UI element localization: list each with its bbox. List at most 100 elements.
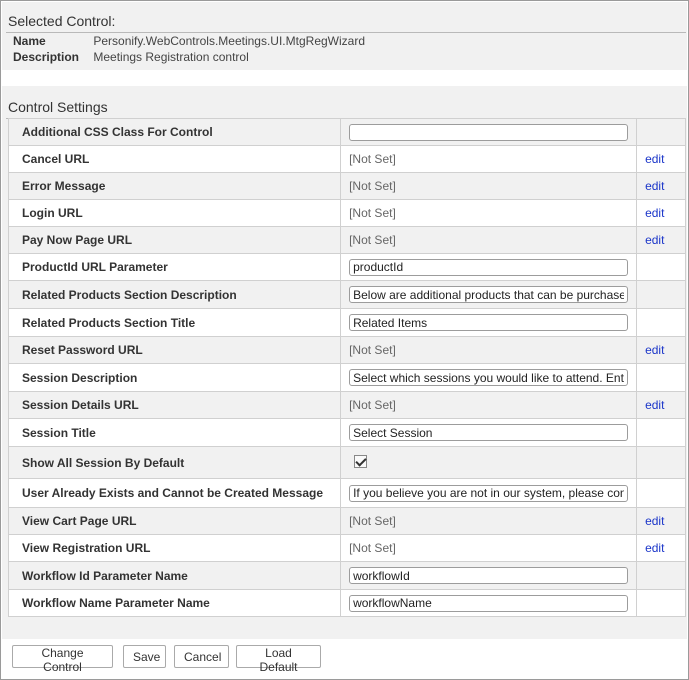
setting-value-cell [340, 253, 638, 281]
setting-action-cell: edit [636, 226, 686, 254]
setting-action-cell [636, 418, 686, 447]
setting-value-cell [340, 308, 638, 337]
setting-row: ProductId URL Parameter [7, 253, 686, 281]
control-description-row: Description Meetings Registration contro… [13, 50, 249, 64]
edit-link[interactable]: edit [645, 541, 664, 555]
setting-row: Workflow Name Parameter Name [7, 589, 686, 617]
setting-name: Additional CSS Class For Control [7, 118, 342, 146]
load-default-button[interactable]: Load Default [236, 645, 321, 674]
setting-value-cell [340, 589, 638, 617]
setting-value-cell [340, 118, 638, 146]
setting-action-cell [636, 280, 686, 309]
spacer [2, 70, 687, 86]
setting-value-input[interactable] [349, 123, 629, 141]
description-value: Meetings Registration control [93, 50, 249, 64]
setting-name: Workflow Id Parameter Name [7, 561, 342, 590]
setting-value-input[interactable] [349, 258, 629, 276]
setting-row: Related Products Section Title [7, 308, 686, 337]
setting-row: Reset Password URL [Not Set] edit [7, 336, 686, 364]
setting-row: Cancel URL [Not Set] edit [7, 145, 686, 173]
setting-row: View Cart Page URL [Not Set] edit [7, 507, 686, 535]
settings-window: Selected Control: Name Personify.WebCont… [0, 0, 689, 680]
setting-action-cell: edit [636, 507, 686, 535]
setting-name: Pay Now Page URL [7, 226, 342, 254]
setting-name: Show All Session By Default [7, 446, 342, 479]
cancel-button[interactable]: Cancel [174, 645, 229, 668]
setting-action-cell [636, 446, 686, 479]
edit-link[interactable]: edit [645, 206, 664, 220]
setting-value-input[interactable] [349, 594, 629, 612]
setting-value-cell: [Not Set] [340, 336, 638, 364]
edit-link[interactable]: edit [645, 398, 664, 412]
setting-value-cell [340, 446, 638, 479]
setting-row: Session Description [7, 363, 686, 392]
description-label: Description [13, 50, 80, 64]
setting-name: Related Products Section Title [7, 308, 342, 337]
setting-value-cell: [Not Set] [340, 391, 638, 419]
setting-name: Related Products Section Description [7, 280, 342, 309]
setting-value-cell: [Not Set] [340, 199, 638, 227]
setting-value-text: [Not Set] [349, 152, 396, 166]
selected-control-panel: Selected Control: Name Personify.WebCont… [2, 2, 687, 70]
edit-link[interactable]: edit [645, 233, 664, 247]
setting-value-cell: [Not Set] [340, 534, 638, 562]
setting-action-cell: edit [636, 336, 686, 364]
setting-value-text: [Not Set] [349, 206, 396, 220]
setting-row: User Already Exists and Cannot be Create… [7, 478, 686, 508]
setting-value-text: [Not Set] [349, 514, 396, 528]
setting-action-cell [636, 561, 686, 590]
setting-value-text: [Not Set] [349, 541, 396, 555]
edit-link[interactable]: edit [645, 514, 664, 528]
setting-value-input[interactable] [349, 484, 629, 502]
setting-action-cell: edit [636, 534, 686, 562]
setting-value-input[interactable] [349, 369, 629, 386]
setting-value-input[interactable] [349, 286, 629, 303]
setting-value-cell: [Not Set] [340, 226, 638, 254]
setting-action-cell [636, 363, 686, 392]
setting-action-cell [636, 253, 686, 281]
setting-value-text: [Not Set] [349, 343, 396, 357]
setting-name: Reset Password URL [7, 336, 342, 364]
setting-checkbox[interactable] [354, 454, 368, 468]
control-name-row: Name Personify.WebControls.Meetings.UI.M… [13, 34, 365, 48]
setting-name: Error Message [7, 172, 342, 200]
setting-value-cell [340, 280, 638, 309]
setting-action-cell: edit [636, 145, 686, 173]
setting-value-cell [340, 418, 638, 447]
setting-row: Session Title [7, 418, 686, 447]
setting-value-cell: [Not Set] [340, 507, 638, 535]
setting-name: Session Title [7, 418, 342, 447]
control-settings-title: Control Settings [8, 99, 108, 115]
setting-row: Error Message [Not Set] edit [7, 172, 686, 200]
setting-action-cell: edit [636, 199, 686, 227]
name-label: Name [13, 34, 46, 48]
setting-value-text: [Not Set] [349, 233, 396, 247]
edit-link[interactable]: edit [645, 343, 664, 357]
setting-value-cell [340, 363, 638, 392]
setting-name: View Registration URL [7, 534, 342, 562]
setting-row: Show All Session By Default [7, 446, 686, 479]
setting-value-text: [Not Set] [349, 179, 396, 193]
setting-action-cell: edit [636, 172, 686, 200]
edit-link[interactable]: edit [645, 179, 664, 193]
setting-value-input[interactable] [349, 567, 629, 584]
save-button[interactable]: Save [123, 645, 166, 668]
setting-name: ProductId URL Parameter [7, 253, 342, 281]
setting-value-cell: [Not Set] [340, 172, 638, 200]
setting-row: Workflow Id Parameter Name [7, 561, 686, 590]
setting-action-cell [636, 308, 686, 337]
setting-value-input[interactable] [349, 424, 629, 441]
setting-row: Login URL [Not Set] edit [7, 199, 686, 227]
name-value: Personify.WebControls.Meetings.UI.MtgReg… [93, 34, 365, 48]
setting-action-cell: edit [636, 391, 686, 419]
setting-row: Additional CSS Class For Control [7, 118, 686, 146]
setting-row: View Registration URL [Not Set] edit [7, 534, 686, 562]
setting-name: Cancel URL [7, 145, 342, 173]
setting-action-cell [636, 478, 686, 508]
edit-link[interactable]: edit [645, 152, 664, 166]
setting-action-cell [636, 118, 686, 146]
setting-value-input[interactable] [349, 314, 629, 331]
setting-name: Login URL [7, 199, 342, 227]
setting-value-cell: [Not Set] [340, 145, 638, 173]
change-control-button[interactable]: Change Control [12, 645, 113, 674]
